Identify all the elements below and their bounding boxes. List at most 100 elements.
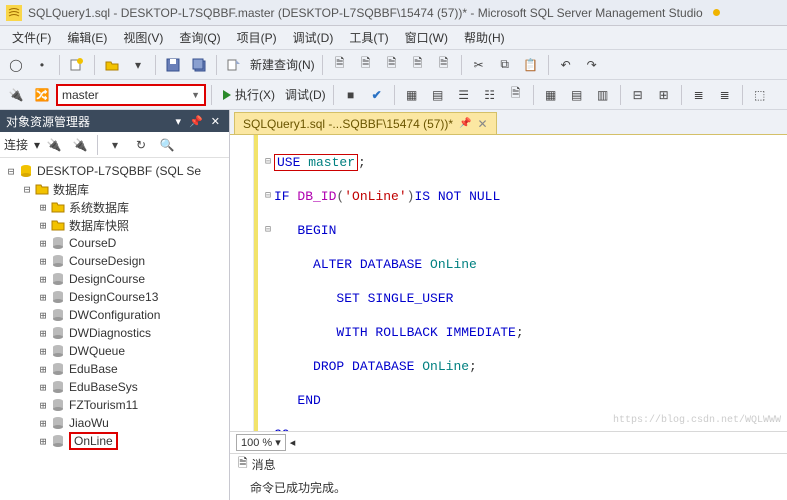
connect-plug-icon[interactable]: 🔌	[42, 133, 66, 157]
databases-folder-node[interactable]: ⊟ 数据库	[2, 180, 227, 198]
zoom-selector[interactable]: 100 % ▾	[236, 434, 286, 451]
database-node[interactable]: ⊞CourseD	[2, 234, 227, 252]
expand-icon[interactable]: ⊞	[36, 201, 50, 214]
database-node[interactable]: ⊞EduBase	[2, 360, 227, 378]
results-to-grid-icon[interactable]: ▦	[539, 83, 563, 107]
indent-icon[interactable]: ≣	[687, 83, 711, 107]
results-text-icon[interactable]: 🗎	[504, 83, 528, 107]
undo-icon[interactable]: ↶	[554, 53, 578, 77]
debug-label[interactable]: 调试(D)	[283, 86, 328, 103]
change-connection-icon[interactable]: 🔀	[30, 83, 54, 107]
dax-icon[interactable]: 🗎	[432, 53, 456, 77]
cut-icon[interactable]: ✂	[467, 53, 491, 77]
new-query-label[interactable]: 新建查询(N)	[248, 56, 317, 73]
code-editor[interactable]: ⊟USE master; ⊟IF DB_ID('OnLine')IS NOT N…	[230, 134, 787, 431]
specify-values-icon[interactable]: ⬚	[748, 83, 772, 107]
messages-tab[interactable]: 🗎 消息	[230, 453, 787, 475]
database-node[interactable]: ⊞FZTourism11	[2, 396, 227, 414]
database-node[interactable]: ⊞DesignCourse13	[2, 288, 227, 306]
database-node[interactable]: ⊞CourseDesign	[2, 252, 227, 270]
node-label: DWQueue	[69, 344, 125, 358]
code-content[interactable]: ⊟USE master; ⊟IF DB_ID('OnLine')IS NOT N…	[254, 135, 787, 431]
menu-window[interactable]: 窗口(W)	[397, 26, 456, 49]
database-node[interactable]: ⊞DesignCourse	[2, 270, 227, 288]
menu-debug[interactable]: 调试(D)	[285, 26, 342, 49]
chevron-down-icon[interactable]: ▾	[126, 53, 150, 77]
close-icon[interactable]: ✕	[208, 115, 223, 128]
dmx-icon[interactable]: 🗎	[380, 53, 404, 77]
refresh-icon[interactable]: ↻	[129, 133, 153, 157]
dropdown-icon[interactable]: ▾	[173, 115, 185, 128]
save-icon[interactable]	[161, 53, 185, 77]
copy-icon[interactable]: ⧉	[493, 53, 517, 77]
expand-icon[interactable]: ⊞	[36, 399, 50, 412]
filter-icon[interactable]: ▾	[103, 133, 127, 157]
expand-icon[interactable]: ⊞	[36, 417, 50, 430]
pin-icon[interactable]: 📌	[459, 118, 471, 129]
system-databases-node[interactable]: ⊞ 系统数据库	[2, 198, 227, 216]
include-plan-icon[interactable]: ☰	[452, 83, 476, 107]
database-selector[interactable]: master ▼	[56, 84, 206, 106]
database-icon	[50, 397, 66, 413]
menu-edit[interactable]: 编辑(E)	[59, 26, 115, 49]
database-node[interactable]: ⊞DWConfiguration	[2, 306, 227, 324]
collapse-icon[interactable]: ⊟	[4, 165, 18, 178]
stop-icon[interactable]: ■	[339, 83, 363, 107]
db-snapshot-node[interactable]: ⊞ 数据库快照	[2, 216, 227, 234]
expand-icon[interactable]: ⊞	[36, 255, 50, 268]
paste-icon[interactable]: 📋	[519, 53, 543, 77]
expand-icon[interactable]: ⊞	[36, 345, 50, 358]
search-icon[interactable]: 🔍	[155, 133, 179, 157]
xmla-icon[interactable]: 🗎	[406, 53, 430, 77]
open-file-icon[interactable]	[100, 53, 124, 77]
nav-back-icon[interactable]: ◯	[4, 53, 28, 77]
execute-button[interactable]: 执行(X)	[217, 83, 281, 107]
pin-icon[interactable]: 📌	[186, 115, 206, 128]
comment-icon[interactable]: ⊟	[626, 83, 650, 107]
close-icon[interactable]: ✕	[478, 117, 488, 131]
plug-icon[interactable]: 🔌	[4, 83, 28, 107]
menu-project[interactable]: 项目(P)	[229, 26, 285, 49]
expand-icon[interactable]: ⊞	[36, 435, 50, 448]
disconnect-icon[interactable]: 🔌	[68, 133, 92, 157]
new-query-icon[interactable]	[222, 53, 246, 77]
database-node[interactable]: ⊞OnLine	[2, 432, 227, 450]
database-node[interactable]: ⊞DWDiagnostics	[2, 324, 227, 342]
results-grid-icon[interactable]: ▤	[426, 83, 450, 107]
expand-icon[interactable]: ⊞	[36, 219, 50, 232]
database-node[interactable]: ⊞JiaoWu	[2, 414, 227, 432]
mdx-icon[interactable]: 🗎	[354, 53, 378, 77]
menu-file[interactable]: 文件(F)	[4, 26, 59, 49]
object-explorer-tree[interactable]: ⊟ DESKTOP-L7SQBBF (SQL Se ⊟ 数据库 ⊞ 系统数据库 …	[0, 158, 229, 500]
display-plan-icon[interactable]: ▦	[400, 83, 424, 107]
results-to-file-icon[interactable]: ▤	[565, 83, 589, 107]
collapse-icon[interactable]: ⊟	[20, 183, 34, 196]
expand-icon[interactable]: ⊞	[36, 381, 50, 394]
database-node[interactable]: ⊞EduBaseSys	[2, 378, 227, 396]
expand-icon[interactable]: ⊞	[36, 327, 50, 340]
server-node[interactable]: ⊟ DESKTOP-L7SQBBF (SQL Se	[2, 162, 227, 180]
redo-icon[interactable]: ↷	[580, 53, 604, 77]
new-project-icon[interactable]	[65, 53, 89, 77]
menu-tools[interactable]: 工具(T)	[341, 26, 396, 49]
outdent-icon[interactable]: ≣	[713, 83, 737, 107]
expand-icon[interactable]: ⊞	[36, 291, 50, 304]
expand-icon[interactable]: ⊞	[36, 273, 50, 286]
client-stats-icon[interactable]: ☷	[478, 83, 502, 107]
database-node[interactable]: ⊞ DWQueue	[2, 342, 227, 360]
chevron-down-icon: ▼	[191, 90, 200, 100]
expand-icon[interactable]: ⊞	[36, 237, 50, 250]
editor-tab[interactable]: SQLQuery1.sql -...SQBBF\15474 (57))* 📌 ✕	[234, 112, 497, 134]
menu-query[interactable]: 查询(Q)	[171, 26, 228, 49]
expand-icon[interactable]: ⊞	[36, 309, 50, 322]
parse-check-icon[interactable]: ✔	[365, 83, 389, 107]
nav-fwd-icon[interactable]: •	[30, 53, 54, 77]
expand-icon[interactable]: ⊞	[36, 363, 50, 376]
connect-label[interactable]: 连接	[4, 136, 28, 153]
de-icon[interactable]: 🗎	[328, 53, 352, 77]
results-to-text-icon[interactable]: ▥	[591, 83, 615, 107]
menu-view[interactable]: 视图(V)	[115, 26, 171, 49]
uncomment-icon[interactable]: ⊞	[652, 83, 676, 107]
save-all-icon[interactable]	[187, 53, 211, 77]
menu-help[interactable]: 帮助(H)	[456, 26, 513, 49]
